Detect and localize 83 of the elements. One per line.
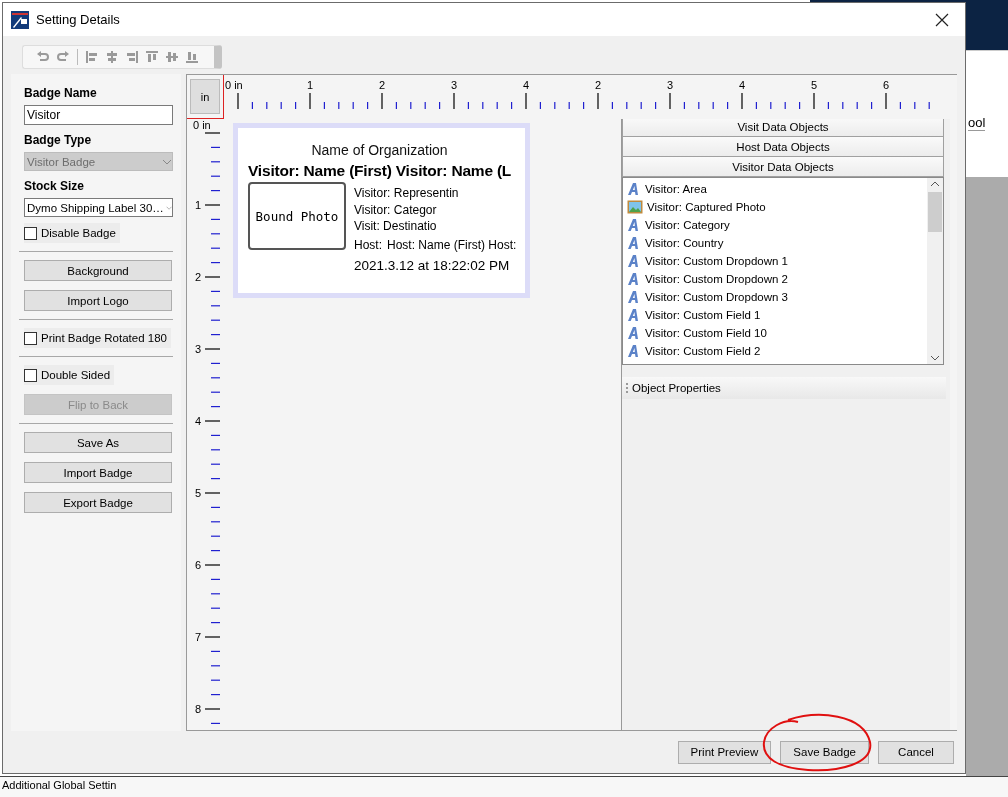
- ruler-label: 1: [307, 79, 314, 91]
- properties-title: Object Properties: [632, 382, 721, 394]
- ruler-label: 4: [739, 79, 746, 91]
- ruler-label: 5: [811, 79, 818, 91]
- host-label: Host:: [354, 237, 382, 252]
- organization-name: Name of Organization: [310, 142, 449, 158]
- ruler-label: 0 in: [225, 79, 243, 91]
- list-item[interactable]: Visitor: Custom Dropdown 1: [625, 252, 925, 270]
- panel-button[interactable]: Import Badge: [24, 462, 172, 483]
- list-item[interactable]: Visitor: Custom Field 2: [625, 342, 925, 360]
- align-top-icon[interactable]: [144, 49, 160, 65]
- chevron-down-icon: [165, 204, 172, 211]
- ruler-label: 0 in: [193, 119, 211, 131]
- checkbox[interactable]: Disable Badge: [24, 223, 120, 243]
- ruler-label: 6: [883, 79, 890, 91]
- panel-button[interactable]: Background: [24, 260, 172, 281]
- letter-a-icon: [627, 182, 641, 196]
- ruler-label: 4: [523, 79, 530, 91]
- align-center-icon[interactable]: [104, 49, 120, 65]
- scrollbar-thumb[interactable]: [928, 192, 942, 232]
- badge-name-field[interactable]: Visitor: [24, 105, 173, 125]
- list-item[interactable]: Visitor: Custom Field 10: [625, 324, 925, 342]
- stock-size-dropdown[interactable]: Dymo Shipping Label 30…: [24, 198, 173, 217]
- badge-field: Visitor: Categor: [354, 201, 517, 218]
- letter-a-icon: [627, 254, 641, 268]
- timestamp: 2021.3.12 at 18:22:02 PM: [354, 257, 511, 273]
- ruler-label: 2: [379, 79, 386, 91]
- section-header[interactable]: Visitor Data Objects: [622, 157, 944, 177]
- footer-button[interactable]: Cancel: [878, 740, 954, 764]
- panel-button[interactable]: Save As: [24, 432, 172, 453]
- letter-a-icon: [627, 236, 641, 250]
- panel-button[interactable]: Import Logo: [24, 290, 172, 311]
- align-right-icon[interactable]: [124, 49, 140, 65]
- footer-button[interactable]: Print Preview: [677, 740, 772, 764]
- app-logo-icon: [11, 10, 29, 29]
- list-item[interactable]: Visitor: Custom Dropdown 2: [625, 270, 925, 288]
- checkbox[interactable]: Print Badge Rotated 180: [24, 328, 171, 348]
- letter-a-icon: [627, 218, 641, 232]
- letter-a-icon: [627, 272, 641, 286]
- window-title: Setting Details: [36, 12, 121, 27]
- list-item[interactable]: Visitor: Category: [625, 216, 925, 234]
- ruler-label: 1: [195, 199, 202, 211]
- align-middle-icon[interactable]: [164, 49, 180, 65]
- field-label: Badge Type: [24, 133, 93, 147]
- badge-field: Visitor: Representin: [354, 185, 517, 202]
- host-value: Host: Name (First) Host:: [387, 237, 517, 252]
- photo-frame: Bound Photo: [248, 182, 346, 250]
- field-label: Stock Size: [24, 179, 86, 193]
- checkbox[interactable]: Double Sided: [24, 365, 115, 385]
- align-bottom-icon[interactable]: [184, 49, 200, 65]
- letter-a-icon: [627, 344, 641, 358]
- ruler-label: 8: [195, 703, 202, 715]
- visitor-name: Visitor: Name (First) Visitor: Name (L: [248, 162, 513, 180]
- letter-a-icon: [627, 290, 641, 304]
- picture-icon: [627, 200, 643, 214]
- ruler-label: 3: [195, 343, 202, 355]
- field-label: Badge Name: [24, 86, 98, 100]
- section-header[interactable]: Visit Data Objects: [622, 117, 944, 137]
- list-item[interactable]: Visitor: Area: [625, 180, 925, 198]
- background-text: ool: [968, 115, 986, 131]
- background-tab-label: Additional Global Settin: [1, 778, 118, 793]
- list-item[interactable]: Visitor: Country: [625, 234, 925, 252]
- chevron-down-icon: [162, 158, 172, 165]
- close-icon: [935, 12, 949, 27]
- ruler-label: 5: [195, 487, 202, 499]
- list-item[interactable]: Visitor: Custom Field 1: [625, 306, 925, 324]
- ruler-label: 3: [667, 79, 674, 91]
- align-left-icon[interactable]: [84, 49, 100, 65]
- panel-button[interactable]: Export Badge: [24, 492, 172, 513]
- letter-a-icon: [627, 308, 641, 322]
- list-item[interactable]: Visitor: Captured Photo: [625, 198, 925, 216]
- section-header[interactable]: Host Data Objects: [622, 137, 944, 157]
- footer-button[interactable]: Save Badge: [780, 740, 869, 764]
- badge-field: Visit: Destinatio: [354, 218, 517, 235]
- ruler-label: 6: [195, 559, 202, 571]
- ruler-label: 3: [451, 79, 458, 91]
- letter-a-icon: [627, 326, 641, 340]
- ruler-label: 7: [195, 631, 202, 643]
- ruler-label: 4: [195, 415, 202, 427]
- list-item[interactable]: Visitor: Custom Dropdown 3: [625, 288, 925, 306]
- unit-toggle[interactable]: in: [187, 75, 224, 119]
- ruler-label: 2: [595, 79, 602, 91]
- ruler-label: 2: [195, 271, 202, 283]
